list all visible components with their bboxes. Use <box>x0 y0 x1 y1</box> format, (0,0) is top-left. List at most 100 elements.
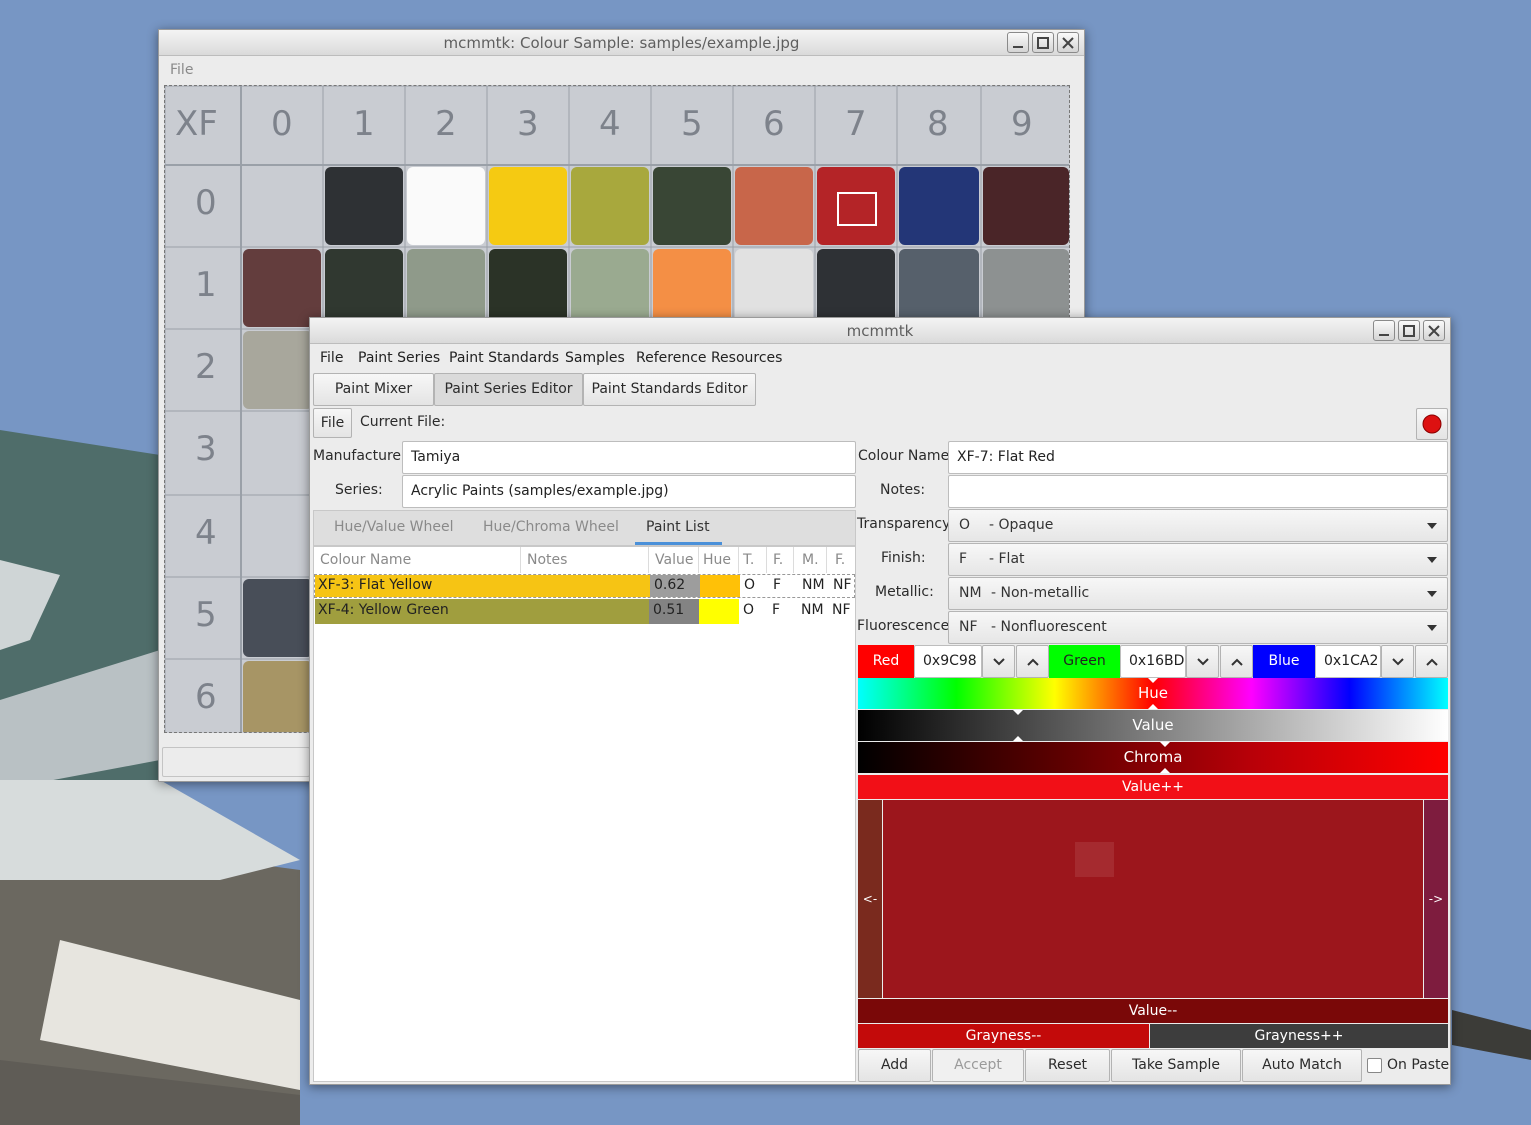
paint-swatch <box>817 249 895 327</box>
sample-selection-box[interactable] <box>837 192 877 226</box>
row-colour-name: XF-4: Yellow Green <box>318 602 449 618</box>
paint-swatch <box>325 167 403 245</box>
col-header-fluorescence[interactable]: F. <box>827 547 856 573</box>
colour-name-field[interactable]: XF-7: Flat Red <box>948 441 1448 474</box>
table-row[interactable]: XF-4: Yellow Green 0.51 O F NM NF <box>314 599 855 624</box>
notes-field[interactable] <box>948 475 1448 508</box>
tab-hue-chroma-wheel[interactable]: Hue/Chroma Wheel <box>483 519 619 535</box>
col-header-notes[interactable]: Notes <box>521 547 649 573</box>
finish-select[interactable]: F - Flat <box>948 543 1448 576</box>
green-value-field[interactable]: 0x16BD <box>1120 645 1186 678</box>
colour-sample-titlebar[interactable]: mcmmtk: Colour Sample: samples/example.j… <box>159 30 1084 56</box>
col-header-value[interactable]: Value <box>649 547 699 573</box>
grayness-up-button[interactable]: Grayness++ <box>1150 1024 1448 1048</box>
maximize-button[interactable] <box>1398 320 1420 341</box>
take-sample-button[interactable]: Take Sample <box>1111 1049 1241 1082</box>
tab-paint-mixer[interactable]: Paint Mixer <box>313 373 434 406</box>
left-arrow-label: <- <box>862 892 878 906</box>
blue-decrement-button[interactable] <box>1381 645 1414 678</box>
tab-paint-series-editor[interactable]: Paint Series Editor <box>434 373 583 406</box>
metallic-select[interactable]: NM - Non-metallic <box>948 577 1448 610</box>
close-button[interactable] <box>1057 32 1079 53</box>
tab-hue-value-wheel[interactable]: Hue/Value Wheel <box>334 519 453 535</box>
active-tab-indicator <box>635 542 722 545</box>
green-label: Green <box>1049 645 1120 678</box>
menu-reference-resources[interactable]: Reference Resources <box>636 350 782 366</box>
row-label: 4 <box>195 513 217 553</box>
transparency-select[interactable]: O - Opaque <box>948 509 1448 542</box>
red-value-field[interactable]: 0x9C98 <box>914 645 982 678</box>
menu-file[interactable]: File <box>320 350 343 366</box>
tab-paint-list[interactable]: Paint List <box>646 519 710 535</box>
menu-samples[interactable]: Samples <box>565 350 625 366</box>
value-marker-top <box>1013 710 1023 715</box>
chroma-bar[interactable]: Chroma <box>858 742 1448 773</box>
paint-swatch <box>899 249 979 327</box>
blue-value-field[interactable]: 0x1CA2 <box>1315 645 1381 678</box>
chevron-down-icon <box>1427 591 1437 597</box>
series-field[interactable]: Acrylic Paints (samples/example.jpg) <box>402 475 856 508</box>
col-header-finish[interactable]: F. <box>767 547 794 573</box>
paint-swatch <box>571 249 649 327</box>
column-header-label: 4 <box>599 104 621 144</box>
value-label: Value <box>1132 716 1174 734</box>
close-button[interactable] <box>1423 320 1445 341</box>
row-finish: F <box>772 602 781 618</box>
value-marker-bottom <box>1013 736 1023 741</box>
current-colour-area[interactable] <box>883 800 1423 998</box>
value-down-button[interactable]: Value-- <box>858 999 1448 1023</box>
add-button[interactable]: Add <box>858 1049 931 1082</box>
paint-swatch <box>653 249 731 327</box>
red-decrement-button[interactable] <box>982 645 1015 678</box>
fluorescence-select[interactable]: NF - Nonfluorescent <box>948 611 1448 644</box>
reset-button[interactable]: Reset <box>1025 1049 1110 1082</box>
minimize-button[interactable] <box>1373 320 1395 341</box>
tab-paint-standards-editor[interactable]: Paint Standards Editor <box>583 373 756 406</box>
row-hue-swatch <box>700 575 740 597</box>
minimize-icon <box>1379 334 1389 336</box>
col-header-metallic[interactable]: M. <box>794 547 827 573</box>
row-metallic: NM <box>801 602 824 618</box>
green-increment-button[interactable] <box>1220 645 1253 678</box>
menu-paint-standards[interactable]: Paint Standards <box>449 350 559 366</box>
maximize-button[interactable] <box>1032 32 1054 53</box>
column-header-label: 1 <box>353 104 375 144</box>
hue-bar[interactable]: Hue <box>858 678 1448 709</box>
red-label: Red <box>858 645 914 678</box>
left-button[interactable]: <- <box>858 800 882 998</box>
grayness-down-button[interactable]: Grayness-- <box>858 1024 1149 1048</box>
finish-label: Finish: <box>881 550 926 566</box>
chroma-marker-top <box>1160 742 1170 747</box>
metallic-code: NM <box>959 585 982 601</box>
chevron-down-icon <box>1196 658 1209 666</box>
column-header-label: 6 <box>763 104 785 144</box>
row-label: 5 <box>195 595 217 635</box>
manufacturer-label: Manufacturer: <box>313 448 412 464</box>
record-button[interactable] <box>1416 408 1448 440</box>
manufacturer-field[interactable]: Tamiya <box>402 441 856 474</box>
col-header-hue[interactable]: Hue <box>699 547 739 573</box>
right-button[interactable]: -> <box>1424 800 1448 998</box>
green-decrement-button[interactable] <box>1186 645 1219 678</box>
accept-button[interactable]: Accept <box>932 1049 1024 1082</box>
chevron-down-icon <box>1427 557 1437 563</box>
row-colour-name: XF-3: Flat Yellow <box>318 577 433 593</box>
row-label: 0 <box>195 183 217 223</box>
minimize-button[interactable] <box>1007 32 1029 53</box>
blue-increment-button[interactable] <box>1415 645 1448 678</box>
on-paste-checkbox[interactable] <box>1367 1058 1382 1073</box>
red-increment-button[interactable] <box>1016 645 1049 678</box>
menu-paint-series[interactable]: Paint Series <box>358 350 440 366</box>
col-header-colour-name[interactable]: Colour Name <box>314 547 521 573</box>
value-up-button[interactable]: Value++ <box>858 775 1448 799</box>
auto-match-button[interactable]: Auto Match <box>1242 1049 1362 1082</box>
menu-file[interactable]: File <box>170 62 193 78</box>
fluorescence-value: - Nonfluorescent <box>991 619 1107 635</box>
row-value-text: 0.51 <box>653 602 685 618</box>
table-row[interactable]: XF-3: Flat Yellow 0.62 O F NM NF <box>314 574 855 598</box>
editor-file-menu[interactable]: File <box>313 408 352 438</box>
row-fluorescence: NF <box>832 602 851 618</box>
col-header-transparency[interactable]: T. <box>739 547 767 573</box>
main-titlebar[interactable]: mcmmtk <box>310 318 1450 344</box>
value-bar[interactable]: Value <box>858 710 1448 741</box>
